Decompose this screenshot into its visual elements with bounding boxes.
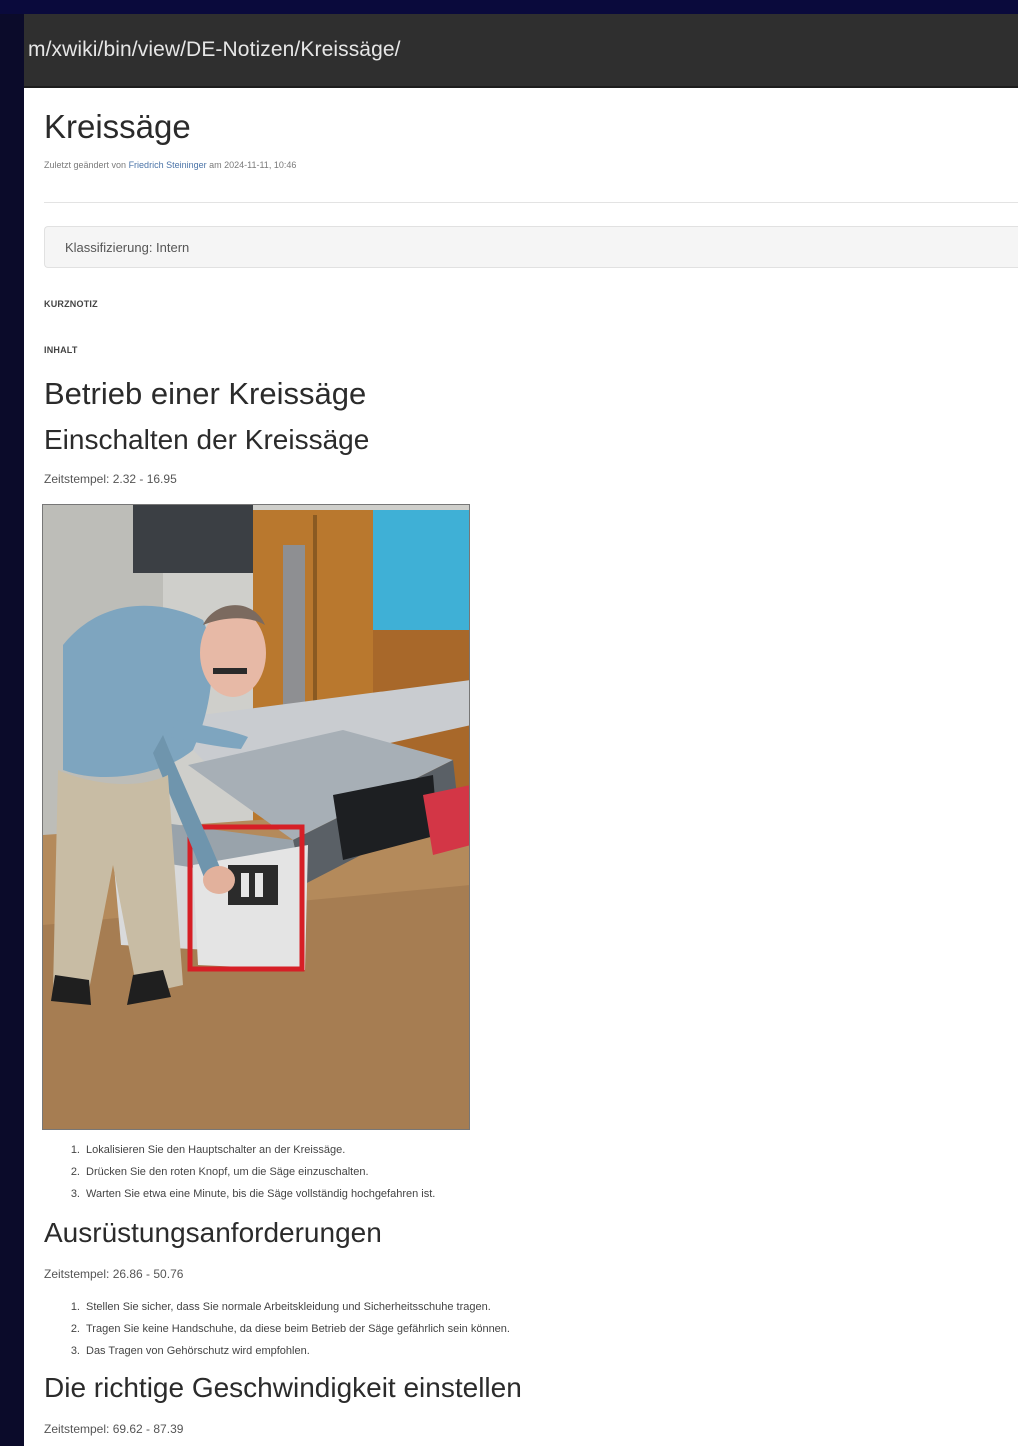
inhalt-label: INHALT — [44, 345, 78, 355]
last-modified-info: Zuletzt geändert von Friedrich Steininge… — [44, 160, 296, 170]
wiki-page: Kreissäge Zuletzt geändert von Friedrich… — [24, 88, 1018, 1446]
section-photo — [42, 504, 470, 1130]
list-item: 1. Lokalisieren Sie den Hauptschalter an … — [70, 1144, 346, 1156]
section-title-ausruestung: Ausrüstungsanforderungen — [44, 1217, 382, 1248]
author-link[interactable]: Friedrich Steininger — [129, 160, 207, 170]
kurznotiz-label: KURZNOTIZ — [44, 299, 98, 309]
list-item: 2. Drücken Sie den roten Knopf, um die Sä… — [70, 1166, 369, 1178]
list-item: 2. Tragen Sie keine Handschuhe, da diese … — [70, 1323, 510, 1335]
table-saw-photo — [43, 505, 469, 1129]
section-timestamp-ausruestung: Zeitstempel: 26.86 - 50.76 — [44, 1267, 184, 1281]
window-top-strip — [0, 0, 1018, 14]
section-timestamp-einschalten: Zeitstempel: 2.32 - 16.95 — [44, 472, 177, 486]
list-item: 3. Das Tragen von Gehörschutz wird empfoh… — [70, 1345, 310, 1357]
list-item: 1. Stellen Sie sicher, dass Sie normale A… — [70, 1301, 491, 1313]
address-url[interactable]: m/xwiki/bin/view/DE-Notizen/Kreissäge/ — [28, 38, 401, 62]
meta-suffix: am 2024-11-11, 10:46 — [206, 160, 297, 170]
classification-box: Klassifizierung: Intern — [44, 226, 1018, 268]
meta-prefix: Zuletzt geändert von — [44, 160, 129, 170]
steps-list-einschalten: 1. Lokalisieren Sie den Hauptschalter an … — [64, 1139, 436, 1205]
steps-list-ausruestung: 1. Stellen Sie sicher, dass Sie normale A… — [64, 1296, 510, 1362]
classification-text: Klassifizierung: Intern — [65, 240, 190, 255]
content-heading: Betrieb einer Kreissäge — [44, 376, 367, 411]
list-item: 3. Warten Sie etwa eine Minute, bis die S… — [70, 1188, 436, 1200]
section-title-einschalten: Einschalten der Kreissäge — [44, 424, 370, 455]
page-title: Kreissäge — [44, 108, 191, 145]
address-bar[interactable]: m/xwiki/bin/view/DE-Notizen/Kreissäge/ — [24, 14, 1018, 88]
section-title-geschwindigkeit: Die richtige Geschwindigkeit einstellen — [44, 1372, 522, 1403]
section-timestamp-geschwindigkeit: Zeitstempel: 69.62 - 87.39 — [44, 1422, 184, 1436]
title-divider — [44, 202, 1018, 203]
